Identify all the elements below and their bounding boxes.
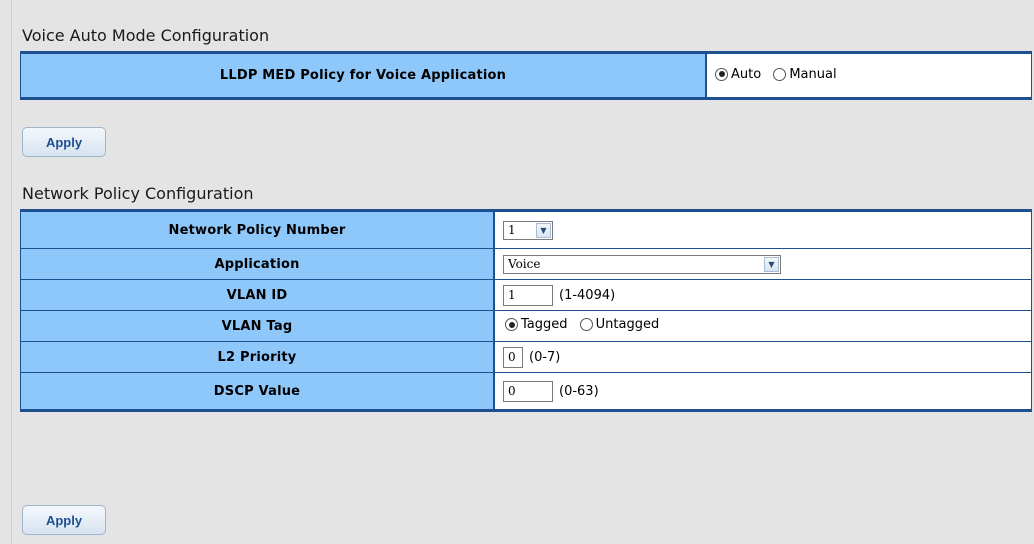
l2-priority-range: (0-7) (529, 349, 561, 365)
tagged-radio[interactable] (505, 318, 518, 331)
auto-radio-option[interactable]: Auto (715, 67, 761, 82)
table-row: L2 Priority 0 (0-7) (20, 341, 1032, 373)
manual-radio-option[interactable]: Manual (773, 66, 837, 82)
table-row: DSCP Value 0 (0-63) (20, 372, 1032, 411)
voice-auto-title: Voice Auto Mode Configuration (22, 26, 270, 45)
chevron-down-icon[interactable]: ▼ (764, 256, 779, 272)
l2-priority-cell: 0 (0-7) (494, 341, 1032, 373)
chevron-down-icon[interactable]: ▼ (536, 222, 551, 238)
untagged-radio-option[interactable]: Untagged (579, 317, 660, 332)
table-row: LLDP MED Policy for Voice Application Au… (20, 52, 1032, 99)
dscp-value-input[interactable]: 0 (503, 380, 553, 402)
vlan-id-label: VLAN ID (20, 279, 495, 311)
l2-priority-input[interactable]: 0 (503, 346, 523, 368)
application-cell: Voice ▼ (494, 248, 1032, 280)
table-row: Application Voice ▼ (20, 248, 1032, 280)
voice-auto-apply-button[interactable]: Apply (22, 127, 106, 157)
dscp-value-range: (0-63) (559, 383, 599, 399)
manual-radio[interactable] (773, 67, 787, 81)
network-policy-number-select[interactable]: 1 ▼ (503, 220, 553, 240)
auto-radio-label: Auto (731, 66, 762, 82)
untagged-radio[interactable] (579, 318, 593, 331)
dscp-value-cell: 0 (0-63) (494, 372, 1032, 411)
untagged-radio-label: Untagged (595, 317, 660, 332)
vlan-id-range: (1-4094) (559, 287, 616, 303)
network-policy-number-cell: 1 ▼ (494, 210, 1032, 249)
network-policy-title: Network Policy Configuration (22, 184, 254, 203)
network-policy-number-value: 1 (508, 223, 516, 237)
vlan-tag-label: VLAN Tag (20, 310, 495, 342)
network-policy-table: Network Policy Number 1 ▼ Application Vo… (20, 209, 1032, 412)
table-row: VLAN ID 1 (1-4094) (20, 279, 1032, 311)
vlan-id-input[interactable]: 1 (503, 284, 553, 306)
auto-radio[interactable] (715, 67, 728, 81)
application-value: Voice (508, 257, 541, 271)
application-select[interactable]: Voice ▼ (503, 254, 781, 274)
tagged-radio-label: Tagged (521, 317, 568, 332)
network-policy-number-label: Network Policy Number (20, 210, 495, 249)
lldp-med-policy-options: Auto Manual (706, 52, 1032, 99)
lldp-med-policy-label: LLDP MED Policy for Voice Application (20, 52, 707, 99)
l2-priority-label: L2 Priority (20, 341, 495, 373)
table-row: VLAN Tag Tagged Untagged (20, 310, 1032, 342)
network-policy-apply-button[interactable]: Apply (22, 505, 106, 535)
voice-auto-table: LLDP MED Policy for Voice Application Au… (20, 51, 1032, 100)
table-row: Network Policy Number 1 ▼ (20, 210, 1032, 249)
vlan-tag-cell: Tagged Untagged (494, 310, 1032, 342)
vlan-id-cell: 1 (1-4094) (494, 279, 1032, 311)
tagged-radio-option[interactable]: Tagged (505, 317, 568, 332)
manual-radio-label: Manual (789, 66, 837, 82)
application-label: Application (20, 248, 495, 280)
dscp-value-label: DSCP Value (20, 372, 495, 411)
